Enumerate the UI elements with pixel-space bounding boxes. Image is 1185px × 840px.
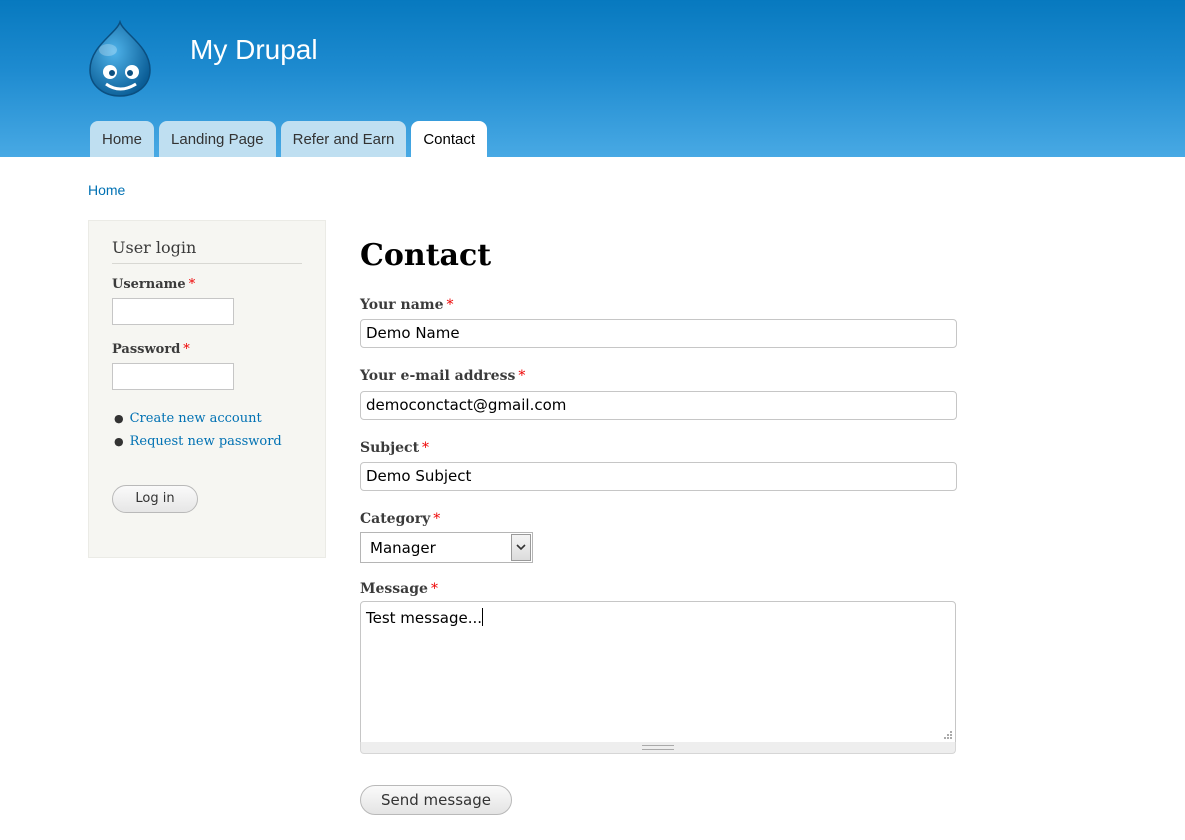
message-label: Message * <box>360 581 438 597</box>
tab-landing-page[interactable]: Landing Page <box>159 121 276 157</box>
required-marker: * <box>446 297 454 313</box>
email-label: Your e-mail address * <box>360 368 526 384</box>
list-item: ● Create new account <box>114 411 282 434</box>
message-text: Test message... <box>366 609 483 627</box>
required-marker: * <box>183 342 190 357</box>
text-caret <box>482 608 484 626</box>
grippie-icon <box>642 745 674 750</box>
textarea-grippie[interactable] <box>360 742 956 754</box>
email-field[interactable]: democonctact@gmail.com <box>360 391 957 420</box>
required-marker: * <box>188 277 196 292</box>
tab-contact[interactable]: Contact <box>411 121 488 157</box>
create-account-link[interactable]: Create new account <box>130 411 262 426</box>
category-select[interactable]: Manager <box>360 532 533 563</box>
category-selected-value: Manager <box>370 539 436 557</box>
required-marker: * <box>430 581 438 597</box>
drupal-logo-icon[interactable] <box>84 20 156 98</box>
breadcrumb-home-link[interactable]: Home <box>88 182 125 198</box>
required-marker: * <box>518 368 526 384</box>
site-name[interactable]: My Drupal <box>190 34 318 66</box>
login-button[interactable]: Log in <box>112 485 198 513</box>
page-title: Contact <box>360 238 492 273</box>
user-login-title: User login <box>112 238 302 264</box>
subject-field[interactable]: Demo Subject <box>360 462 957 491</box>
name-label: Your name * <box>360 297 454 313</box>
username-input[interactable] <box>112 298 234 325</box>
site-header: My Drupal Home Landing Page Refer and Ea… <box>0 0 1185 157</box>
login-links: ● Create new account ● Request new passwor… <box>114 411 282 457</box>
tab-home[interactable]: Home <box>90 121 155 157</box>
required-marker: * <box>422 440 430 456</box>
username-label: Username * <box>112 277 196 292</box>
tab-refer-and-earn[interactable]: Refer and Earn <box>280 121 407 157</box>
required-marker: * <box>433 511 441 527</box>
bullet-icon: ● <box>114 412 124 425</box>
password-input[interactable] <box>112 363 234 390</box>
main-nav: Home Landing Page Refer and Earn Contact <box>90 121 488 157</box>
resize-handle-icon[interactable] <box>942 729 952 739</box>
name-field[interactable]: Demo Name <box>360 319 957 348</box>
user-login-block: User login Username * Password * ● Create n… <box>88 220 326 558</box>
request-password-link[interactable]: Request new password <box>130 434 282 449</box>
chevron-down-icon[interactable] <box>511 534 531 561</box>
category-label: Category * <box>360 511 441 527</box>
password-label: Password * <box>112 342 190 357</box>
send-message-button[interactable]: Send message <box>360 785 512 815</box>
subject-label: Subject * <box>360 440 430 456</box>
bullet-icon: ● <box>114 435 124 448</box>
list-item: ● Request new password <box>114 434 282 457</box>
message-textarea[interactable]: Test message... <box>360 601 956 743</box>
